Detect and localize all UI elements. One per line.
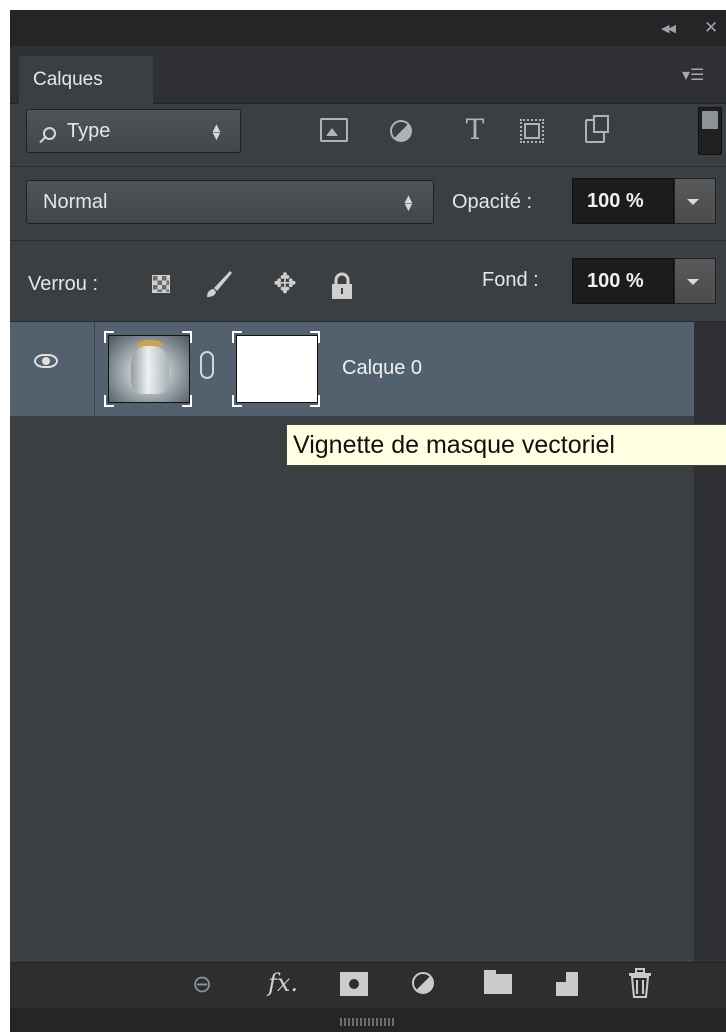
layer-thumbnail[interactable] (108, 335, 190, 403)
jar-image (131, 346, 169, 394)
selection-corner (104, 395, 114, 407)
vector-mask-thumbnail[interactable] (236, 335, 318, 403)
filter-kind-label: Type (67, 120, 111, 142)
chain-link-icon[interactable] (200, 351, 214, 379)
lock-transparent-pixels-icon[interactable] (152, 275, 170, 293)
resize-grip[interactable] (340, 1018, 396, 1026)
adjustment-layer-filter-icon[interactable] (390, 120, 412, 142)
selection-corner (310, 331, 320, 343)
search-icon (43, 127, 56, 140)
fill-label: Fond : (482, 269, 539, 291)
close-icon[interactable]: ✕ (704, 19, 722, 37)
shape-layer-filter-icon[interactable] (520, 119, 544, 143)
tab-calques[interactable]: Calques (19, 56, 153, 104)
filter-kind-select[interactable]: Type (26, 109, 241, 153)
opacity-input[interactable]: 100 % (572, 178, 674, 224)
fill-dropdown-button[interactable] (674, 258, 716, 304)
lock-image-pixels-icon[interactable] (202, 268, 234, 300)
layers-panel: ◀◀ ✕ Calques ▾☰ Type ▲ ▼ T Normal ▲ ▼ Opac… (10, 10, 726, 1032)
divider (94, 322, 95, 416)
smart-object-filter-icon[interactable] (585, 115, 609, 143)
up-down-arrows-icon: ▲ ▼ (210, 120, 223, 143)
selection-corner (232, 331, 242, 343)
pixel-layer-filter-icon[interactable] (320, 118, 348, 142)
lock-all-icon[interactable] (330, 272, 354, 300)
panel-title-bar (10, 10, 726, 46)
delete-icon[interactable] (627, 968, 653, 998)
opacity-dropdown-button[interactable] (674, 178, 716, 224)
up-down-arrows-icon: ▲ ▼ (402, 191, 415, 214)
double-chevron-left-icon[interactable]: ◀◀ (661, 22, 681, 36)
divider (10, 166, 726, 167)
new-adjustment-layer-icon[interactable] (412, 972, 434, 994)
new-group-icon[interactable] (484, 970, 512, 994)
selection-corner (182, 331, 192, 343)
new-layer-icon[interactable] (556, 972, 578, 996)
bottom-toolbar (10, 962, 726, 1008)
tooltip: Vignette de masque vectoriel (286, 424, 726, 466)
fill-input[interactable]: 100 % (572, 258, 674, 304)
opacity-label: Opacité : (452, 191, 533, 213)
lock-position-icon[interactable]: ✥ (269, 268, 301, 300)
blend-mode-select[interactable]: Normal (26, 180, 434, 224)
scrollbar[interactable] (694, 322, 726, 962)
blend-mode-value: Normal (43, 191, 108, 213)
divider (10, 240, 726, 241)
eye-icon[interactable] (34, 354, 58, 368)
filter-toggle-switch[interactable] (698, 107, 722, 155)
selection-corner (232, 395, 242, 407)
layers-list (10, 322, 694, 962)
lock-label: Verrou : (28, 273, 99, 295)
selection-corner (104, 331, 114, 343)
selection-corner (182, 395, 192, 407)
add-mask-icon[interactable] (340, 972, 368, 996)
fx-icon[interactable]: fx. (268, 968, 308, 998)
link-layers-icon[interactable]: ⊖ (192, 972, 220, 998)
layer-name[interactable]: Calque 0 (342, 356, 422, 380)
type-layer-filter-icon[interactable]: T (460, 114, 490, 146)
panel-menu-icon[interactable]: ▾☰ (682, 65, 722, 87)
selection-corner (310, 395, 320, 407)
